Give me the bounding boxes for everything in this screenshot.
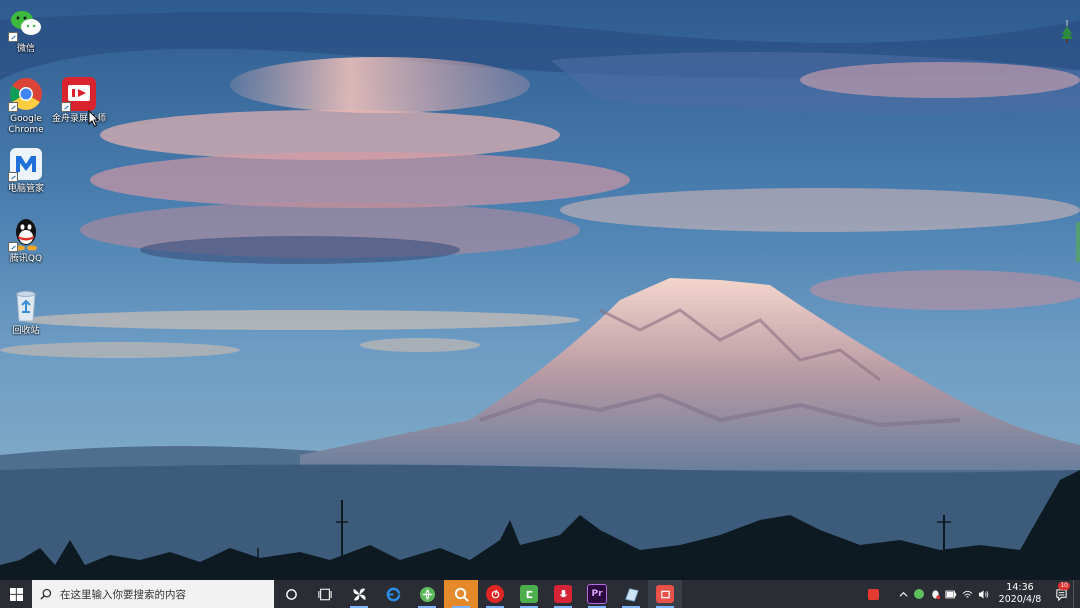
taskbar-search-box[interactable]: 在这里输入你要搜索的内容 bbox=[32, 580, 274, 608]
taskbar-clock[interactable]: 14:36 2020/4/8 bbox=[991, 582, 1049, 606]
qq-icon bbox=[8, 216, 44, 252]
taskbar: 在这里输入你要搜索的内容 Pr 14:36 2020/4/8 10 bbox=[0, 580, 1080, 608]
desktop-wallpaper bbox=[0, 0, 1080, 580]
desktop-icon-qq[interactable]: 腾讯QQ bbox=[0, 216, 54, 265]
clock-date: 2020/4/8 bbox=[998, 594, 1042, 605]
mouse-cursor-icon bbox=[88, 110, 100, 128]
taskbar-app-notes[interactable] bbox=[614, 580, 648, 608]
desktop-icon-pc-manager[interactable]: 电脑管家 bbox=[0, 146, 54, 195]
desktop-icon-recycle-bin[interactable]: 回收站 bbox=[0, 288, 54, 337]
widget-edge-handle[interactable] bbox=[1076, 222, 1080, 262]
green-dot-icon bbox=[914, 589, 924, 599]
search-placeholder: 在这里输入你要搜索的内容 bbox=[60, 588, 186, 601]
taskbar-app-orange[interactable] bbox=[444, 580, 478, 608]
start-button[interactable] bbox=[0, 580, 32, 608]
task-view-icon bbox=[318, 588, 332, 600]
chrome-icon bbox=[8, 76, 44, 112]
desktop-icon-label: 微信 bbox=[16, 44, 35, 54]
tray-sogou-input[interactable] bbox=[865, 580, 881, 608]
desktop-icon-wechat[interactable]: 微信 bbox=[0, 6, 54, 55]
tray-tencent[interactable] bbox=[927, 580, 943, 608]
shortcut-arrow-icon bbox=[8, 102, 18, 112]
system-tray: 14:36 2020/4/8 10 bbox=[865, 580, 1080, 608]
taskbar-app-green-browser[interactable] bbox=[410, 580, 444, 608]
christmas-tree-widget-icon[interactable] bbox=[1060, 20, 1074, 42]
wechat-icon bbox=[8, 6, 44, 42]
notification-count-badge: 10 bbox=[1058, 582, 1070, 590]
chevron-up-icon bbox=[899, 591, 907, 597]
cortana-button[interactable] bbox=[274, 580, 308, 608]
taskbar-app-camtasia[interactable] bbox=[512, 580, 546, 608]
taskbar-app-ie[interactable] bbox=[376, 580, 410, 608]
desktop-icon-label: 腾讯QQ bbox=[9, 254, 43, 264]
tencent-icon bbox=[931, 589, 940, 599]
desktop-icon-area: 微信 Google Chrome 金舟录屏大师 电脑管家 腾讯QQ 回收站 bbox=[0, 0, 120, 580]
green-browser-icon bbox=[419, 586, 435, 602]
cortana-icon bbox=[285, 588, 297, 600]
shortcut-arrow-icon bbox=[8, 32, 18, 42]
tray-green-app[interactable] bbox=[911, 580, 927, 608]
tray-volume[interactable] bbox=[975, 580, 991, 608]
tray-battery[interactable] bbox=[943, 580, 959, 608]
windows-logo-icon bbox=[9, 587, 23, 601]
desktop-icon-label: Google Chrome bbox=[8, 114, 44, 135]
search-icon bbox=[40, 588, 52, 600]
desktop-icon-chrome[interactable]: Google Chrome bbox=[0, 76, 54, 136]
shortcut-arrow-icon bbox=[61, 102, 71, 112]
taskbar-app-pinwheel[interactable] bbox=[342, 580, 376, 608]
pinwheel-app-icon bbox=[352, 587, 366, 601]
orange-app-icon bbox=[454, 587, 469, 602]
recorder-icon bbox=[554, 585, 572, 603]
screen-recorder-app-icon bbox=[656, 585, 674, 603]
taskbar-app-recorder[interactable] bbox=[546, 580, 580, 608]
action-center-button[interactable]: 10 bbox=[1049, 580, 1073, 608]
camtasia-icon bbox=[520, 585, 538, 603]
taskbar-app-screen-recorder[interactable] bbox=[648, 580, 682, 608]
shortcut-arrow-icon bbox=[8, 172, 18, 182]
desktop-icon-label: 电脑管家 bbox=[7, 184, 44, 194]
desktop-icon-label: 回收站 bbox=[12, 326, 40, 336]
netease-music-icon bbox=[486, 585, 504, 603]
recycle-bin-icon bbox=[8, 288, 44, 324]
sogou-input-icon bbox=[867, 588, 879, 600]
taskbar-app-premiere[interactable]: Pr bbox=[580, 580, 614, 608]
wifi-icon bbox=[962, 590, 972, 598]
task-view-button[interactable] bbox=[308, 580, 342, 608]
shortcut-arrow-icon bbox=[8, 242, 18, 252]
clock-time: 14:36 bbox=[1006, 582, 1034, 593]
battery-icon bbox=[945, 590, 957, 598]
screen-recorder-icon bbox=[61, 76, 97, 112]
volume-icon bbox=[978, 589, 988, 599]
taskbar-app-netease-music[interactable] bbox=[478, 580, 512, 608]
tray-network[interactable] bbox=[959, 580, 975, 608]
show-desktop-button[interactable] bbox=[1073, 580, 1080, 608]
ie-browser-icon bbox=[386, 587, 401, 601]
pc-manager-icon bbox=[8, 146, 44, 182]
tray-overflow-button[interactable] bbox=[895, 580, 911, 608]
premiere-icon: Pr bbox=[587, 584, 607, 604]
notes-icon bbox=[624, 587, 639, 602]
